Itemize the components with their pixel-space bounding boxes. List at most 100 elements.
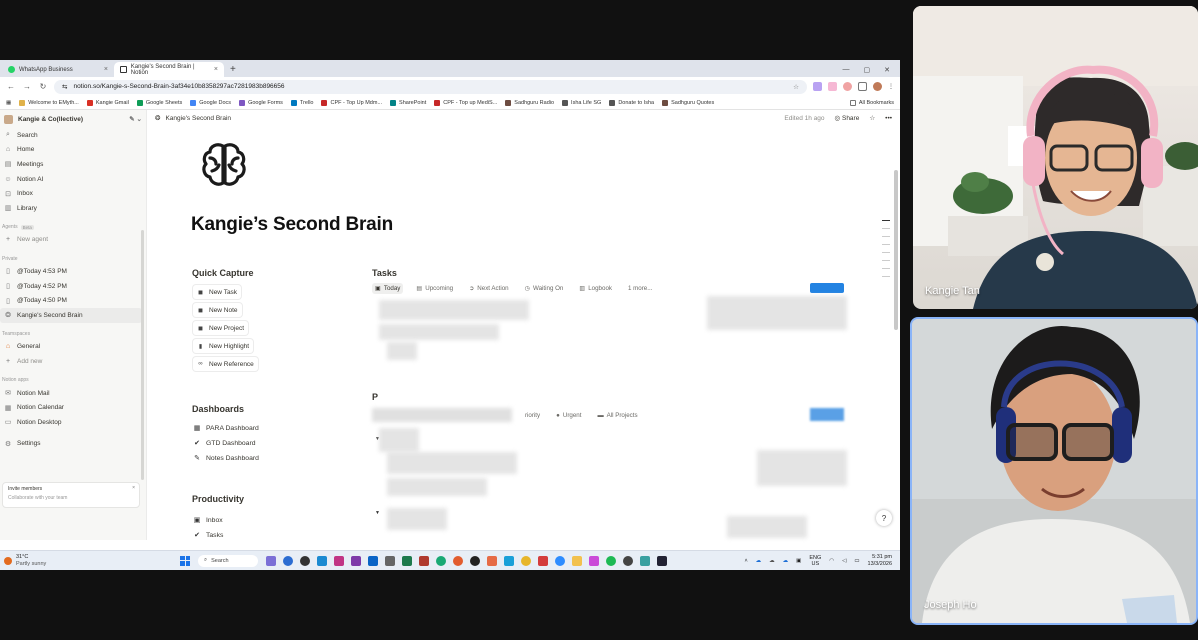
app-icon[interactable] [402, 555, 412, 566]
sidebar-item-notion-mail[interactable]: ✉ Notion Mail [0, 386, 146, 401]
bookmark-star-icon[interactable]: ☆ [793, 83, 799, 91]
bookmark-item[interactable]: CPF - Top Up Mdm... [321, 99, 382, 106]
close-icon[interactable]: × [104, 66, 108, 73]
tab-logbook[interactable]: ▥ Logbook [576, 283, 615, 294]
tab-priority[interactable]: riority [522, 410, 543, 421]
sidebar-item-general[interactable]: ⌂ General [0, 340, 146, 355]
chatgpt-icon[interactable] [470, 555, 480, 566]
outlook-icon[interactable] [368, 555, 378, 566]
back-icon[interactable]: ← [6, 82, 16, 91]
app-icon[interactable] [300, 555, 310, 566]
tab-upcoming[interactable]: ▤ Upcoming [413, 283, 456, 294]
new-reference-button[interactable]: ∞ New Reference [193, 357, 258, 371]
windows-start-icon[interactable] [180, 555, 190, 566]
sidebar-page[interactable]: ▯ @Today 4:50 PM [0, 293, 146, 308]
minimize-icon[interactable]: — [843, 66, 850, 73]
menu-kebab-icon[interactable]: ⋮ [888, 83, 894, 90]
new-task-button[interactable]: ◼ New Task [193, 285, 241, 299]
weather-widget[interactable]: 31°C Partly sunny [0, 554, 180, 568]
sidebar-item-inbox[interactable]: ⊡ Inbox [0, 186, 146, 201]
chevron-up-icon[interactable]: ˄ [744, 558, 747, 564]
app-icon[interactable] [334, 555, 344, 566]
app-icon[interactable] [283, 555, 293, 566]
bookmark-item[interactable]: Google Sheets [136, 99, 182, 106]
new-project-button[interactable]: ◼ New Project [193, 321, 248, 335]
app-icon[interactable] [504, 555, 514, 566]
app-icon[interactable] [487, 555, 497, 566]
sidebar-item-library[interactable]: ▥ Library [0, 201, 146, 216]
app-icon[interactable] [589, 555, 599, 566]
tab-next-action[interactable]: ➲ Next Action [466, 283, 511, 294]
tab-waiting-on[interactable]: ◷ Waiting On [522, 283, 567, 294]
app-icon[interactable] [538, 555, 548, 566]
brain-icon[interactable] [199, 140, 249, 190]
app-icon[interactable] [623, 555, 633, 566]
all-bookmarks-button[interactable]: All Bookmarks [849, 99, 894, 106]
bookmark-item[interactable]: Sadhguru Radio [505, 99, 554, 106]
help-icon[interactable]: ? [876, 510, 892, 526]
more-options-icon[interactable]: ••• [885, 115, 892, 122]
reload-icon[interactable]: ↻ [38, 82, 48, 91]
maximize-icon[interactable]: ▢ [864, 66, 871, 74]
url-field[interactable]: ⇆ notion.so/Kangie-s-Second-Brain-3af34e… [54, 79, 807, 94]
taskbar-search[interactable]: ⌕ Search [198, 554, 258, 567]
new-task-db-button[interactable] [810, 283, 844, 293]
extension-icon[interactable] [843, 82, 852, 91]
sidebar-item-notion-calendar[interactable]: ▦ Notion Calendar [0, 400, 146, 415]
wifi-icon[interactable]: ◠ [829, 558, 834, 564]
app-icon[interactable] [385, 555, 395, 566]
gtd-dashboard-link[interactable]: ✔ GTD Dashboard [193, 438, 259, 448]
sidebar-scrollbar[interactable] [141, 230, 144, 480]
bookmark-item[interactable]: Sadhguru Quotes [662, 99, 714, 106]
bookmark-item[interactable]: Welcome to EMyth... [19, 99, 79, 106]
bookmark-item[interactable]: Kangie Gmail [86, 99, 129, 106]
sidebar-page-second-brain[interactable]: ❂ Kangie's Second Brain [0, 307, 142, 323]
app-icon[interactable] [436, 555, 446, 566]
app-icon[interactable] [657, 555, 667, 566]
new-agent-button[interactable]: + New agent [0, 233, 146, 248]
sidebar-item-meetings[interactable]: ▤ Meetings [0, 157, 146, 172]
chrome-icon[interactable] [521, 555, 531, 566]
para-dashboard-link[interactable]: ▦ PARA Dashboard [193, 423, 259, 433]
app-icon[interactable] [419, 555, 429, 566]
add-teamspace-button[interactable]: + Add new [0, 354, 146, 369]
app-icon[interactable] [453, 555, 463, 566]
app-icon[interactable] [640, 555, 650, 566]
language-indicator[interactable]: ENG US [809, 555, 821, 567]
forward-icon[interactable]: → [22, 82, 32, 91]
bookmark-item[interactable]: Google Forms [239, 99, 283, 106]
new-highlight-button[interactable]: ▮ New Highlight [193, 339, 253, 353]
app-icon[interactable] [351, 555, 361, 566]
invite-members-card[interactable]: Invite members Collaborate with your tea… [2, 482, 140, 508]
bookmark-item[interactable]: SharePoint [390, 99, 426, 106]
close-icon[interactable]: × [214, 66, 218, 73]
cloud-icon[interactable]: ☁ [783, 558, 789, 564]
bookmark-item[interactable]: Trello [290, 99, 313, 106]
app-tray-icon[interactable]: ▣ [796, 558, 801, 564]
more-views-button[interactable]: 1 more... [625, 283, 655, 294]
bookmark-item[interactable]: CPF - Top up MediS... [434, 99, 497, 106]
spotify-icon[interactable] [606, 555, 616, 566]
sidebar-item-settings[interactable]: ⚙ Settings [0, 437, 146, 452]
sidebar-page[interactable]: ▯ @Today 4:52 PM [0, 279, 146, 294]
favorite-star-icon[interactable]: ☆ [869, 114, 875, 122]
sidebar-page[interactable]: ▯ @Today 4:53 PM [0, 264, 146, 279]
close-icon[interactable]: × [132, 485, 135, 491]
tab-notion[interactable]: Kangie's Second Brain | Notion × [114, 62, 224, 77]
bookmark-item[interactable]: Donate to Isha [609, 99, 654, 106]
participant-tile-kangie[interactable]: Kangie Tan [913, 6, 1198, 309]
breadcrumb[interactable]: Kangie's Second Brain [165, 115, 231, 122]
new-project-db-button[interactable] [810, 408, 844, 421]
toggle-triangle-icon[interactable]: ▼ [375, 510, 380, 516]
tab-today[interactable]: ▣ Today [372, 283, 404, 294]
cloud-icon[interactable]: ☁ [769, 558, 775, 564]
tab-all-projects[interactable]: ▬ All Projects [594, 410, 640, 421]
page-title[interactable]: Kangie’s Second Brain [191, 214, 393, 236]
new-page-icon[interactable]: ✎ ⌄ [129, 115, 142, 123]
share-button[interactable]: ◎ Share [835, 114, 860, 122]
workspace-switcher[interactable]: Kangie & Co(llective) ✎ ⌄ [0, 110, 146, 128]
notes-dashboard-link[interactable]: ✎ Notes Dashboard [193, 453, 259, 463]
apps-grid-icon[interactable]: ▦ [6, 100, 11, 106]
new-note-button[interactable]: ◼ New Note [193, 303, 242, 317]
page-scrollbar[interactable] [894, 170, 898, 330]
